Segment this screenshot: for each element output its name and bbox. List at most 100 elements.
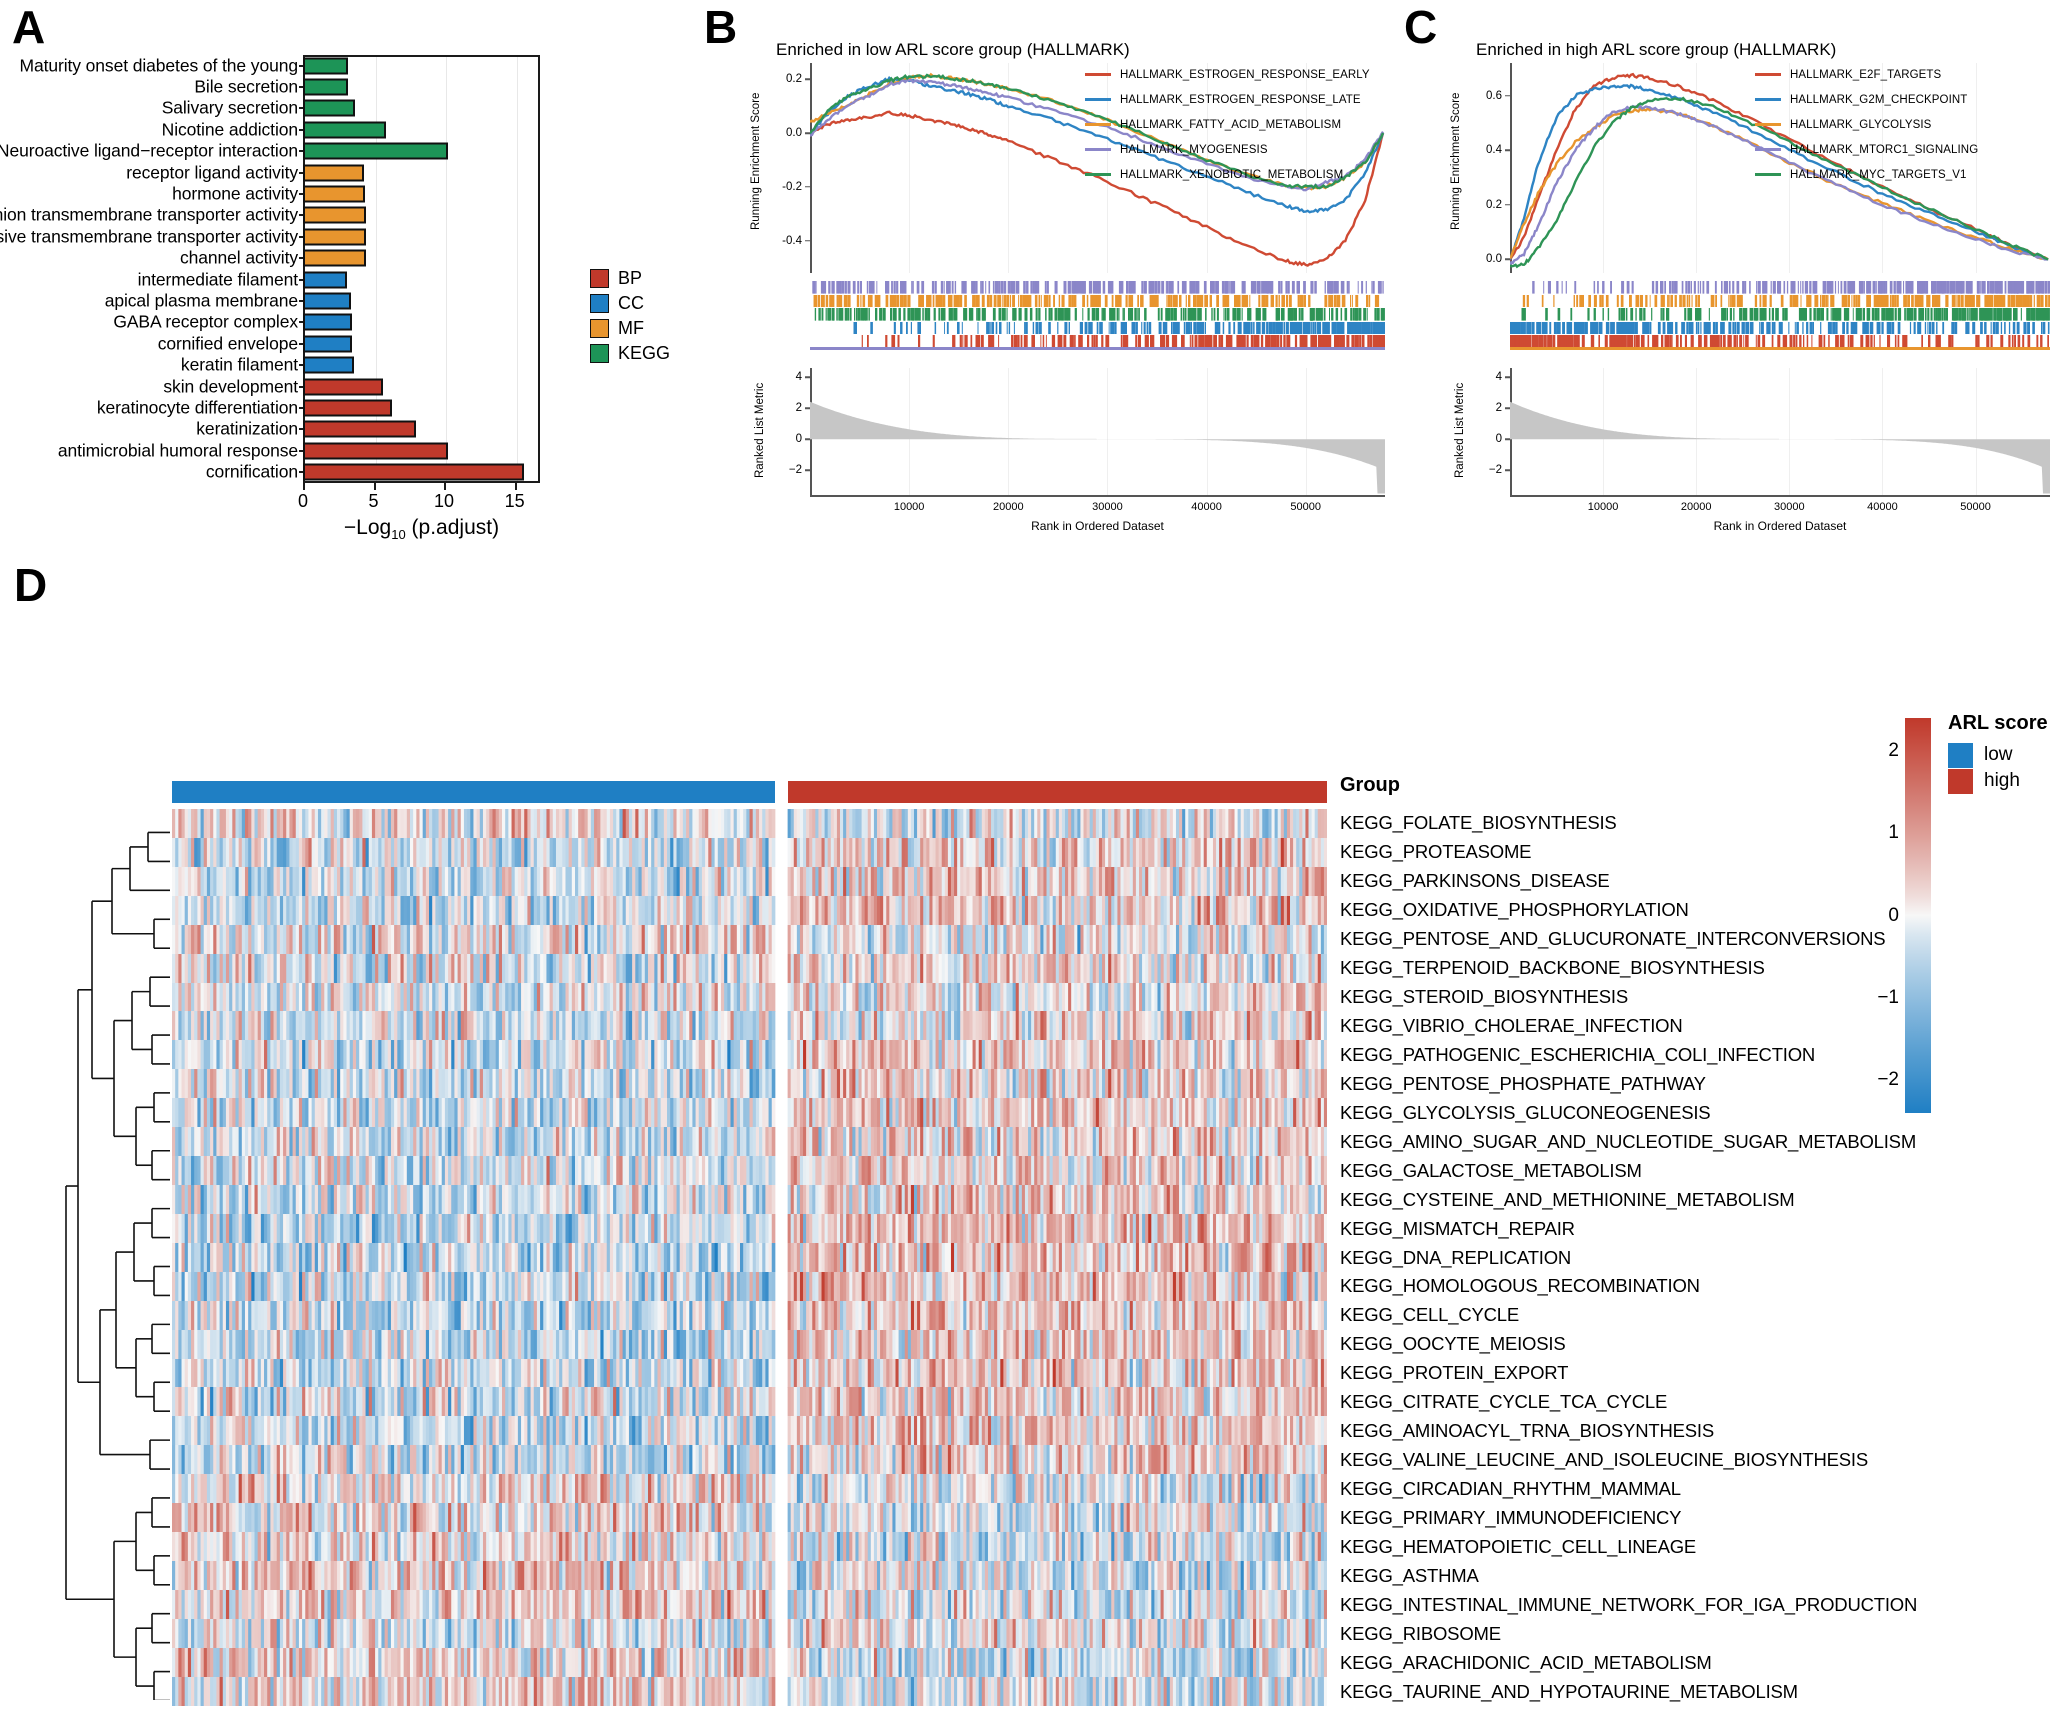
heatmap-cell (676, 895, 681, 925)
heatmap-cell (1265, 866, 1269, 896)
heatmap-cell (559, 924, 563, 954)
hit-tick (1044, 281, 1047, 294)
hit-tick (1034, 294, 1038, 308)
heatmap-cell (1175, 837, 1180, 867)
heatmap-cell (994, 924, 998, 954)
heatmap-cell (333, 866, 338, 896)
heatmap-cell (241, 837, 246, 867)
hit-tick (1618, 308, 1621, 321)
hit-tick (1673, 281, 1675, 294)
hit-tick (1069, 294, 1072, 308)
heatmap-cell (941, 924, 946, 954)
heatmap-cell (1089, 866, 1094, 896)
heatmap-cell (966, 809, 970, 838)
heatmap-cell (279, 837, 284, 867)
hit-tick (1854, 321, 1858, 335)
hit-tick (841, 281, 845, 294)
heatmap-cell (295, 953, 300, 983)
heatmap-cell (867, 809, 872, 838)
heatmap-cell (1237, 809, 1242, 838)
heatmap-cell (889, 866, 893, 896)
heatmap-cell (818, 895, 822, 925)
hit-tick (1822, 294, 1826, 308)
heatmap-cell (457, 837, 462, 867)
heatmap-cell (419, 953, 424, 983)
heatmap-cell (987, 924, 992, 954)
hit-tick (900, 281, 903, 294)
hit-tick (1732, 294, 1734, 308)
heatmap-cell (861, 924, 866, 954)
hit-tick (1802, 281, 1804, 294)
heatmap-cell (1049, 924, 1054, 954)
heatmap-cell (898, 866, 903, 896)
heatmap-cell (698, 895, 703, 925)
bar-row: Nicotine addiction (0, 119, 690, 140)
heatmap-cell (441, 809, 446, 838)
heatmap-cell (1108, 924, 1112, 954)
heatmap-cell (830, 809, 835, 838)
heatmap-cell (1003, 809, 1007, 838)
heatmap-cell (248, 866, 252, 896)
heatmap-cell (1259, 866, 1263, 896)
heatmap-cell (991, 924, 995, 954)
heatmap-cell (1028, 837, 1032, 867)
heatmap-cell (1175, 924, 1180, 954)
hit-tick (1029, 308, 1033, 321)
hit-tick (1694, 281, 1696, 294)
hit-tick (1657, 321, 1661, 335)
heatmap-cell (910, 924, 915, 954)
heatmap-cell (225, 953, 230, 983)
hit-tick (1314, 281, 1317, 294)
hit-tick (928, 294, 932, 308)
hit-tick (1579, 294, 1582, 308)
heatmap-cell (960, 809, 964, 838)
heatmap-cell (549, 924, 554, 954)
heatmap-cell (406, 953, 411, 983)
heatmap-cell (432, 895, 436, 925)
heatmap-cell (476, 837, 481, 867)
heatmap-cell (749, 895, 754, 925)
heatmap-cell (635, 866, 639, 896)
heatmap-cell (238, 837, 243, 867)
heatmap-cell (356, 809, 360, 838)
heatmap-cell (378, 953, 382, 983)
heatmap-cell (559, 809, 563, 838)
heatmap-cell (1172, 895, 1177, 925)
heatmap-cell (448, 837, 452, 867)
heatmap-cell (511, 809, 516, 838)
hit-tick (1334, 294, 1337, 308)
heatmap-cell (622, 895, 627, 925)
heatmap-cell (314, 809, 319, 838)
heatmap-cell (1031, 837, 1035, 867)
heatmap-cell (1000, 809, 1004, 838)
heatmap-cell (200, 809, 205, 838)
hit-tick (1327, 281, 1329, 294)
heatmap-cell (733, 837, 738, 867)
heatmap-cell (406, 924, 411, 954)
hit-tick (949, 308, 953, 321)
heatmap-cell (200, 837, 205, 867)
hit-tick (832, 294, 834, 308)
heatmap-cell (1305, 837, 1309, 867)
legend-label: CC (618, 293, 644, 313)
heatmap-cell (1225, 809, 1229, 838)
hit-tick (2036, 281, 2038, 294)
heatmap-cell (184, 953, 189, 983)
heatmap-cell (273, 953, 278, 983)
hit-tick (1612, 321, 1615, 335)
hit-tick (860, 294, 862, 308)
hit-tick (1168, 308, 1170, 321)
heatmap-cell (1179, 924, 1183, 954)
heatmap-cell (1037, 895, 1041, 925)
heatmap-cell (622, 924, 627, 954)
heatmap-cell (1061, 837, 1066, 867)
hit-tick (1175, 308, 1177, 321)
hit-tick (1335, 308, 1339, 321)
heatmap-cell (1151, 924, 1155, 954)
hit-tick (1764, 294, 1766, 308)
heatmap-cell (752, 809, 757, 838)
heatmap-cell (1092, 924, 1097, 954)
heatmap-cell (603, 895, 608, 925)
heatmap-cell (530, 809, 535, 838)
heatmap-cell (994, 809, 998, 838)
